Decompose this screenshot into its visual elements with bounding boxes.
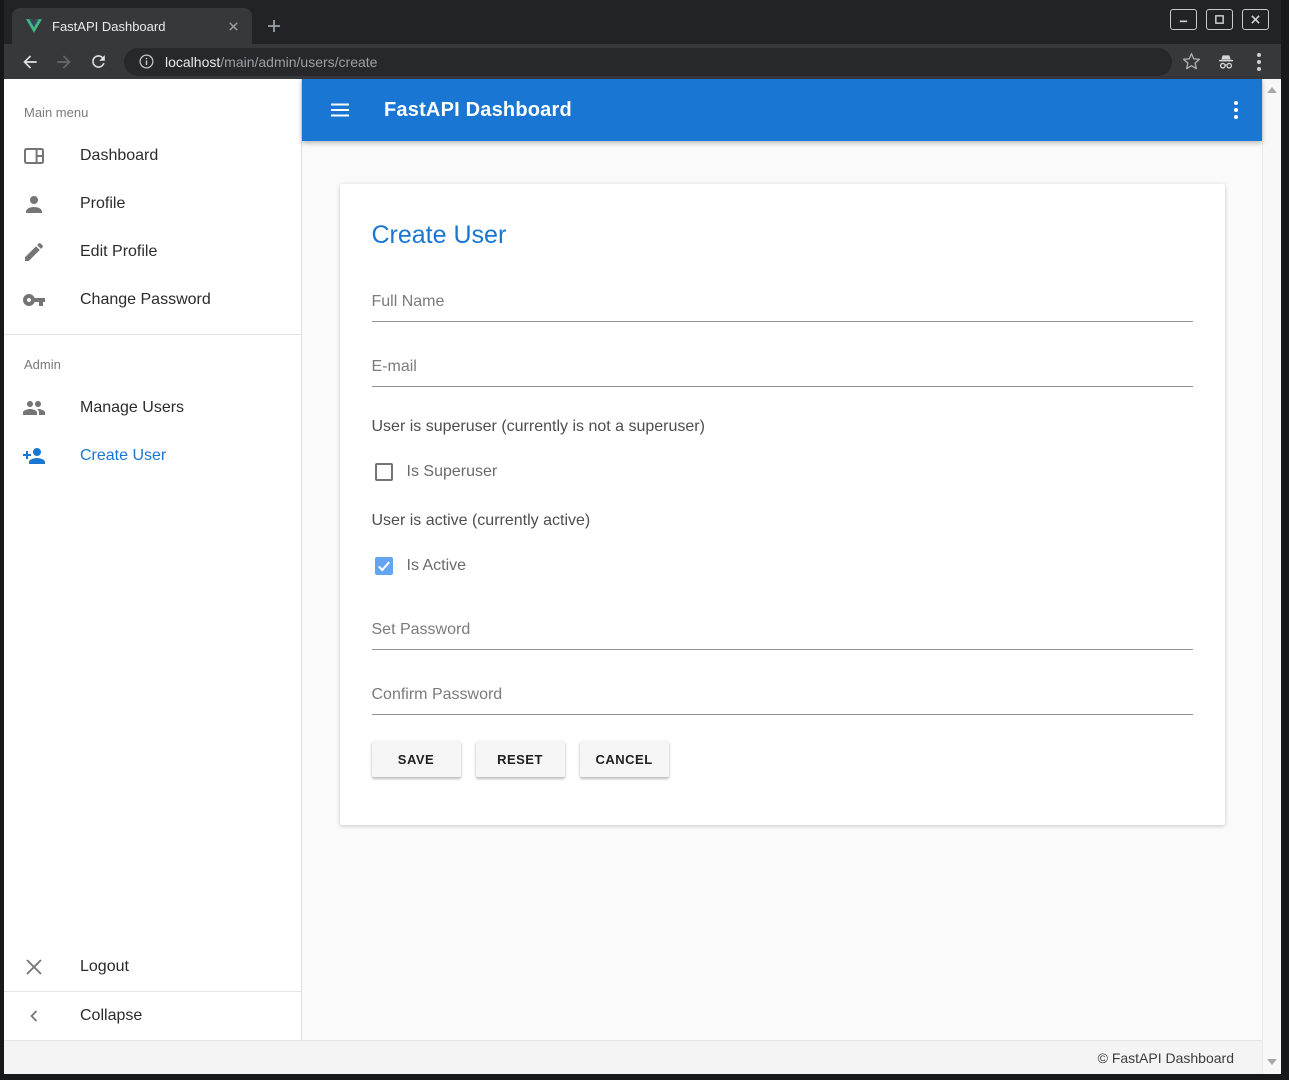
form-buttons: SAVE RESET CANCEL (372, 741, 1193, 777)
superuser-hint: User is superuser (currently is not a su… (372, 418, 1193, 436)
close-window-button[interactable] (1242, 9, 1269, 30)
sidebar-section-admin: Admin (4, 335, 301, 384)
sidebar-item-edit-profile[interactable]: Edit Profile (4, 228, 301, 276)
main-area: FastAPI Dashboard Create User (302, 79, 1262, 1040)
back-icon[interactable] (16, 48, 44, 76)
sidebar-spacer (4, 480, 301, 943)
is-superuser-checkbox[interactable] (375, 463, 393, 481)
set-password-input[interactable] (372, 621, 1193, 650)
address-bar[interactable]: localhost/main/admin/users/create (124, 48, 1172, 76)
sidebar-item-manage-users[interactable]: Manage Users (4, 384, 301, 432)
reload-icon[interactable] (84, 48, 112, 76)
scroll-down-icon[interactable] (1267, 1059, 1277, 1065)
is-active-checkbox-row[interactable]: Is Active (372, 557, 1193, 575)
maximize-button[interactable] (1206, 9, 1233, 30)
dashboard-icon (22, 144, 46, 168)
app-bar: FastAPI Dashboard (302, 79, 1262, 141)
key-icon (22, 288, 46, 312)
checkbox-label: Is Superuser (407, 463, 498, 481)
sidebar-item-label: Manage Users (80, 399, 184, 417)
tab-title: FastAPI Dashboard (52, 19, 224, 34)
scroll-up-icon[interactable] (1267, 87, 1277, 93)
page-title: Create User (372, 221, 1193, 250)
email-field (372, 358, 1193, 387)
tab-close-icon[interactable] (224, 17, 242, 35)
confirm-password-field (372, 686, 1193, 715)
app-bar-menu-icon[interactable] (1228, 95, 1244, 125)
incognito-icon (1215, 52, 1237, 72)
people-icon (22, 396, 46, 420)
bookmark-star-icon[interactable] (1182, 52, 1201, 71)
sidebar-item-label: Logout (80, 958, 129, 976)
create-user-card: Create User User is superuser (currently… (340, 184, 1225, 825)
reset-button[interactable]: RESET (476, 741, 565, 777)
vue-favicon-icon (26, 19, 42, 33)
hamburger-menu-icon[interactable] (328, 98, 352, 122)
email-input[interactable] (372, 358, 1193, 387)
sidebar-item-change-password[interactable]: Change Password (4, 276, 301, 324)
tab-strip: FastAPI Dashboard (4, 0, 1281, 44)
confirm-password-input[interactable] (372, 686, 1193, 715)
person-add-icon (22, 444, 46, 468)
browser-window: FastAPI Dashboard (0, 0, 1289, 1080)
full-name-field (372, 293, 1193, 322)
full-name-input[interactable] (372, 293, 1193, 322)
copyright-text: © FastAPI Dashboard (1098, 1050, 1234, 1066)
sidebar-item-profile[interactable]: Profile (4, 180, 301, 228)
close-icon (22, 955, 46, 979)
set-password-field (372, 621, 1193, 650)
person-icon (22, 192, 46, 216)
sidebar-item-create-user[interactable]: Create User (4, 432, 301, 480)
chevron-left-icon (22, 1004, 46, 1028)
sidebar-item-label: Edit Profile (80, 243, 157, 261)
page-info-icon[interactable] (138, 53, 155, 70)
sidebar-item-dashboard[interactable]: Dashboard (4, 132, 301, 180)
sidebar-item-collapse[interactable]: Collapse (4, 992, 301, 1040)
cancel-button[interactable]: CANCEL (580, 741, 669, 777)
url-host: localhost (165, 54, 220, 70)
url-path: /main/admin/users/create (220, 54, 377, 70)
save-button[interactable]: SAVE (372, 741, 461, 777)
sidebar: Main menu Dashboard Profile (4, 79, 302, 1040)
page-footer: © FastAPI Dashboard (4, 1040, 1262, 1074)
browser-menu-icon[interactable] (1251, 47, 1267, 77)
pencil-icon (22, 240, 46, 264)
sidebar-item-label: Collapse (80, 1007, 142, 1025)
window-controls (1170, 9, 1269, 30)
vertical-scrollbar[interactable] (1262, 79, 1281, 1074)
new-tab-button[interactable] (260, 12, 288, 40)
forward-icon[interactable] (50, 48, 78, 76)
active-hint: User is active (currently active) (372, 512, 1193, 530)
sidebar-item-label: Create User (80, 447, 166, 465)
page-viewport: Main menu Dashboard Profile (4, 79, 1281, 1074)
toolbar-actions (1182, 47, 1271, 77)
browser-tab[interactable]: FastAPI Dashboard (12, 8, 252, 44)
sidebar-section-main-menu: Main menu (4, 79, 301, 132)
app-bar-title: FastAPI Dashboard (384, 99, 572, 122)
content-area: Create User User is superuser (currently… (302, 141, 1262, 1040)
minimize-button[interactable] (1170, 9, 1197, 30)
sidebar-item-logout[interactable]: Logout (4, 943, 301, 991)
is-superuser-checkbox-row[interactable]: Is Superuser (372, 463, 1193, 481)
is-active-checkbox[interactable] (375, 557, 393, 575)
url-text: localhost/main/admin/users/create (165, 54, 377, 70)
sidebar-item-label: Profile (80, 195, 125, 213)
browser-toolbar: localhost/main/admin/users/create (4, 44, 1281, 79)
sidebar-item-label: Dashboard (80, 147, 158, 165)
checkbox-label: Is Active (407, 557, 467, 575)
sidebar-item-label: Change Password (80, 291, 211, 309)
